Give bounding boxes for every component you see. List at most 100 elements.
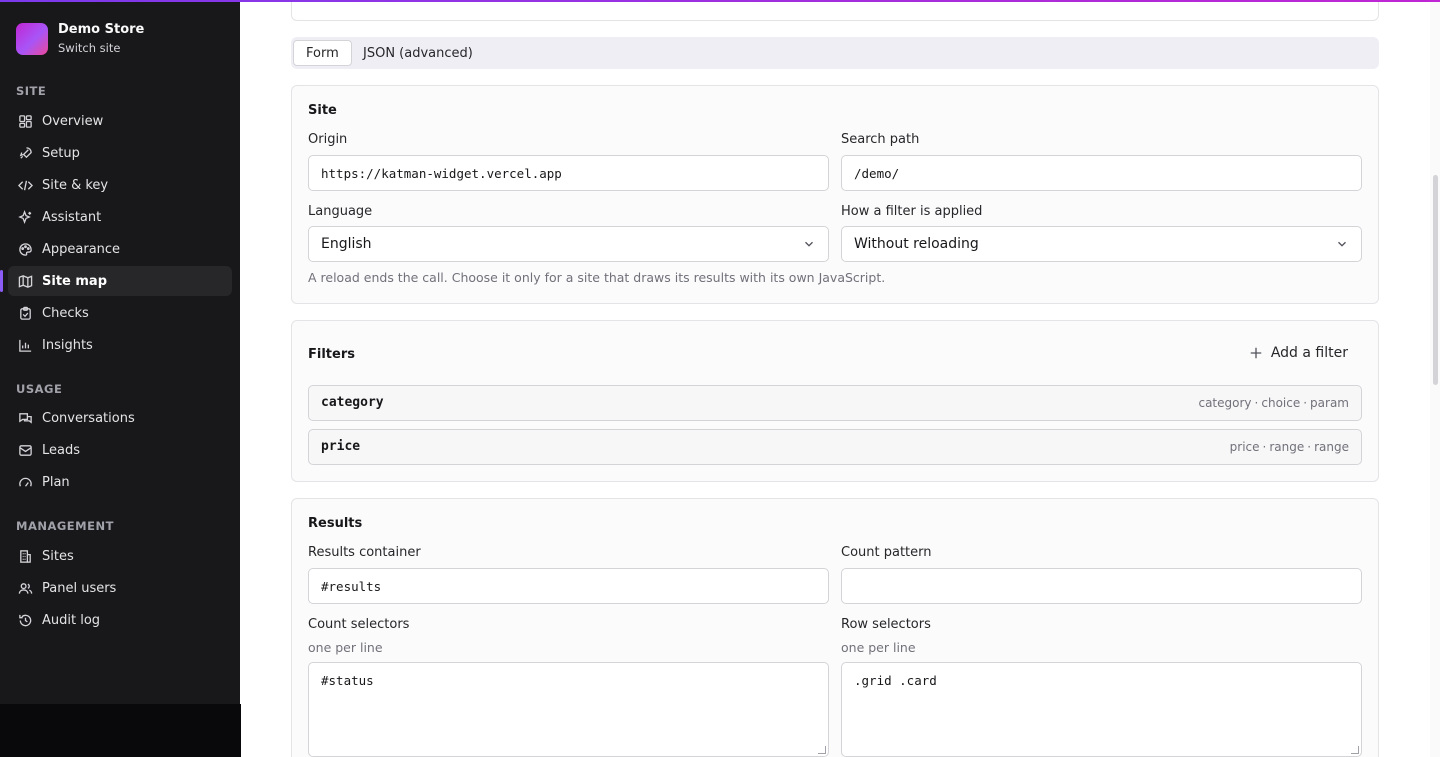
grid-icon [16, 112, 34, 130]
language-label: Language [308, 204, 373, 219]
count-pattern-input[interactable] [841, 568, 1362, 604]
resize-handle[interactable] [1351, 746, 1359, 754]
filters-card: Filters Add a filter category category · … [291, 320, 1379, 482]
filter-meta-type: range [1269, 440, 1305, 454]
language-value: English [321, 236, 372, 252]
sidebar-item-label: Site & key [42, 177, 109, 193]
plus-icon [1250, 347, 1262, 359]
search-path-label: Search path [841, 132, 920, 147]
editor-tabs: Form JSON (advanced) [291, 37, 1379, 69]
count-selectors-label: Count selectors [308, 617, 410, 632]
top-accent-bar [0, 0, 1440, 2]
filter-mode-label: How a filter is applied [841, 204, 983, 219]
sidebar-item-site-map[interactable]: Site map [0, 266, 232, 296]
filter-name: category [321, 395, 384, 410]
sidebar-footer [0, 704, 241, 757]
count-pattern-label: Count pattern [841, 545, 932, 560]
filter-meta-key: price [1229, 440, 1260, 454]
filter-meta-mode: range [1314, 440, 1349, 454]
gauge-icon [16, 473, 34, 491]
chevron-down-icon [1338, 241, 1346, 247]
row-selectors-label: Row selectors [841, 617, 931, 632]
sidebar-item-leads[interactable]: Leads [8, 435, 232, 465]
sidebar: Demo Store Switch site SITE Overview Set… [0, 0, 240, 704]
resize-handle[interactable] [818, 746, 826, 754]
row-selectors-textarea[interactable]: .grid .card [841, 662, 1362, 757]
sidebar-item-label: Checks [42, 305, 89, 321]
sidebar-item-sites[interactable]: Sites [8, 541, 232, 571]
filter-meta: category · choice · param [1198, 396, 1349, 410]
sidebar-item-label: Appearance [42, 241, 121, 257]
site-card-title: Site [308, 103, 337, 118]
sidebar-item-label: Insights [42, 337, 93, 353]
results-card-title: Results [308, 516, 363, 531]
results-container-input[interactable]: #results [308, 568, 829, 604]
sidebar-item-overview[interactable]: Overview [8, 106, 232, 136]
main-content: Form JSON (advanced) Site Origin https:/… [240, 0, 1440, 757]
sidebar-item-setup[interactable]: Setup [8, 138, 232, 168]
results-card: Results Results container #results Count… [291, 498, 1379, 757]
filters-card-title: Filters [308, 347, 355, 362]
filter-meta-key: category [1198, 396, 1252, 410]
sidebar-item-label: Panel users [42, 580, 117, 596]
sidebar-item-checks[interactable]: Checks [8, 298, 232, 328]
sidebar-item-insights[interactable]: Insights [8, 330, 232, 360]
tab-form[interactable]: Form [293, 40, 352, 66]
filter-meta-mode: param [1310, 396, 1349, 410]
nav-heading-management: MANAGEMENT [16, 519, 114, 533]
clipboard-check-icon [16, 304, 34, 322]
bar-chart-icon [16, 336, 34, 354]
sidebar-item-label: Audit log [42, 612, 101, 628]
history-icon [16, 611, 34, 629]
building-icon [16, 547, 34, 565]
search-path-input[interactable]: /demo/ [841, 155, 1362, 191]
inbox-icon [16, 441, 34, 459]
count-selectors-textarea[interactable]: #status [308, 662, 829, 757]
sidebar-item-label: Leads [42, 442, 81, 458]
map-icon [16, 272, 34, 290]
sidebar-item-label: Conversations [42, 410, 135, 426]
sidebar-item-conversations[interactable]: Conversations [8, 403, 232, 433]
code-icon [16, 176, 34, 194]
sidebar-item-label: Plan [42, 474, 70, 490]
origin-label: Origin [308, 132, 348, 147]
sidebar-item-audit-log[interactable]: Audit log [8, 605, 232, 635]
sidebar-item-panel-users[interactable]: Panel users [8, 573, 232, 603]
previous-card [291, 0, 1379, 21]
results-container-label: Results container [308, 545, 421, 560]
sidebar-item-plan[interactable]: Plan [8, 467, 232, 497]
language-select[interactable]: English [308, 226, 829, 262]
nav-heading-usage: USAGE [16, 382, 63, 396]
origin-input[interactable]: https://katman-widget.vercel.app [308, 155, 829, 191]
sidebar-item-assistant[interactable]: Assistant [8, 202, 232, 232]
filter-meta-type: choice [1261, 396, 1301, 410]
sidebar-item-label: Assistant [42, 209, 102, 225]
sparkles-icon [16, 208, 34, 226]
tab-json-advanced[interactable]: JSON (advanced) [351, 40, 485, 66]
add-filter-button[interactable]: Add a filter [1249, 345, 1348, 361]
filter-name: price [321, 439, 361, 454]
chat-icon [16, 409, 34, 427]
add-filter-label: Add a filter [1270, 345, 1348, 361]
nav-heading-site: SITE [16, 84, 47, 98]
sidebar-item-site-key[interactable]: Site & key [8, 170, 232, 200]
users-icon [16, 579, 34, 597]
count-selectors-sub: one per line [308, 640, 383, 655]
filter-mode-select[interactable]: Without reloading [841, 226, 1362, 262]
sidebar-item-label: Setup [42, 145, 80, 161]
filter-row-price[interactable]: price price · range · range [308, 429, 1362, 465]
site-name: Demo Store [58, 22, 145, 37]
count-selectors-value: #status [321, 673, 374, 688]
sidebar-item-appearance[interactable]: Appearance [8, 234, 232, 264]
sidebar-item-label: Overview [42, 113, 104, 129]
sidebar-item-label: Site map [42, 273, 107, 289]
palette-icon [16, 240, 34, 258]
chevron-down-icon [805, 241, 813, 247]
filter-mode-value: Without reloading [854, 236, 979, 252]
site-switcher[interactable]: Demo Store Switch site [16, 22, 144, 56]
filter-meta: price · range · range [1229, 440, 1349, 454]
rocket-icon [16, 144, 34, 162]
reload-hint: A reload ends the call. Choose it only f… [308, 270, 886, 285]
filter-row-category[interactable]: category category · choice · param [308, 385, 1362, 421]
scrollbar-thumb[interactable] [1433, 175, 1438, 385]
